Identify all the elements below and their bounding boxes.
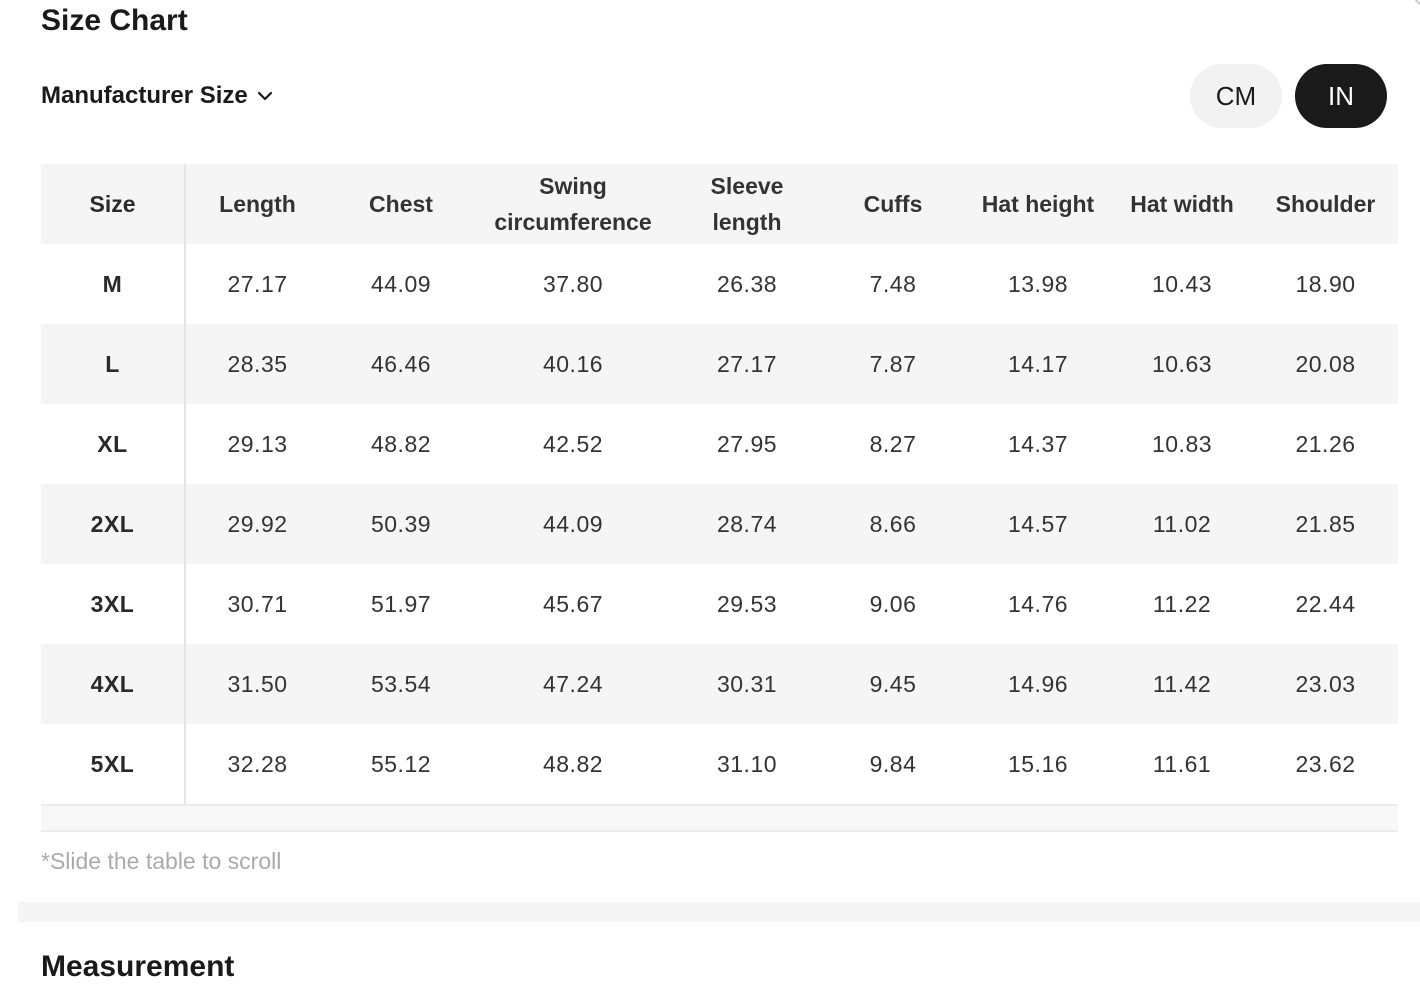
table-cell: 51.97 xyxy=(329,564,473,644)
table-cell: 11.61 xyxy=(1111,724,1253,804)
page-title: Size Chart xyxy=(41,4,188,37)
table-cell: 9.84 xyxy=(821,724,965,804)
table-cell: 7.87 xyxy=(821,324,965,404)
table-cell: 47.24 xyxy=(473,644,673,724)
table-row: L 28.35 46.46 40.16 27.17 7.87 14.17 10.… xyxy=(41,324,1398,404)
table-cell: 26.38 xyxy=(673,244,821,324)
table-cell: 37.80 xyxy=(473,244,673,324)
table-cell: 14.57 xyxy=(965,484,1111,564)
table-cell: 13.98 xyxy=(965,244,1111,324)
table-cell: 20.08 xyxy=(1253,324,1398,404)
size-cell: L xyxy=(41,324,186,404)
column-header: Hat width xyxy=(1111,164,1253,244)
chevron-down-icon xyxy=(257,91,272,101)
column-header: Hat height xyxy=(965,164,1111,244)
table-cell: 23.62 xyxy=(1253,724,1398,804)
size-table-scroll-area[interactable]: Size Length Chest Swing circumference Sl… xyxy=(41,164,1398,834)
size-selector-label: Manufacturer Size xyxy=(41,82,248,109)
table-cell: 27.17 xyxy=(673,324,821,404)
column-header: Sleeve length xyxy=(673,164,821,244)
table-cell: 21.85 xyxy=(1253,484,1398,564)
column-header: Chest xyxy=(329,164,473,244)
unit-toggle: CM IN xyxy=(1190,64,1387,128)
table-row: XL 29.13 48.82 42.52 27.95 8.27 14.37 10… xyxy=(41,404,1398,484)
table-cell: 44.09 xyxy=(329,244,473,324)
table-cell: 21.26 xyxy=(1253,404,1398,484)
table-cell: 14.37 xyxy=(965,404,1111,484)
table-row: 5XL 32.28 55.12 48.82 31.10 9.84 15.16 1… xyxy=(41,724,1398,804)
table-cell: 27.17 xyxy=(185,244,329,324)
table-cell: 45.67 xyxy=(473,564,673,644)
table-cell: 7.48 xyxy=(821,244,965,324)
size-cell: 2XL xyxy=(41,484,186,564)
table-cell: 11.42 xyxy=(1111,644,1253,724)
table-row: 2XL 29.92 50.39 44.09 28.74 8.66 14.57 1… xyxy=(41,484,1398,564)
table-cell: 31.10 xyxy=(673,724,821,804)
table-cell: 10.63 xyxy=(1111,324,1253,404)
table-header-row: Size Length Chest Swing circumference Sl… xyxy=(41,164,1398,244)
size-chart-page: Size Chart Manufacturer Size CM IN Size … xyxy=(0,0,1420,990)
table-cell: 10.43 xyxy=(1111,244,1253,324)
table-cell: 8.66 xyxy=(821,484,965,564)
table-row: 3XL 30.71 51.97 45.67 29.53 9.06 14.76 1… xyxy=(41,564,1398,644)
table-row: M 27.17 44.09 37.80 26.38 7.48 13.98 10.… xyxy=(41,244,1398,324)
table-cell: 29.92 xyxy=(185,484,329,564)
table-cell: 9.45 xyxy=(821,644,965,724)
size-cell: 3XL xyxy=(41,564,186,644)
table-cell: 10.83 xyxy=(1111,404,1253,484)
table-cell: 32.28 xyxy=(185,724,329,804)
unit-cm-button[interactable]: CM xyxy=(1190,64,1282,128)
table-cell: 29.53 xyxy=(673,564,821,644)
unit-in-button[interactable]: IN xyxy=(1295,64,1387,128)
table-cell: 30.71 xyxy=(185,564,329,644)
size-cell: XL xyxy=(41,404,186,484)
table-cell: 14.17 xyxy=(965,324,1111,404)
table-cell: 9.06 xyxy=(821,564,965,644)
section-divider xyxy=(18,902,1420,922)
column-header: Shoulder xyxy=(1253,164,1398,244)
table-cell: 55.12 xyxy=(329,724,473,804)
table-cell: 8.27 xyxy=(821,404,965,484)
table-cell: 53.54 xyxy=(329,644,473,724)
column-header: Length xyxy=(185,164,329,244)
size-cell: 4XL xyxy=(41,644,186,724)
table-cell: 14.76 xyxy=(965,564,1111,644)
table-cell: 50.39 xyxy=(329,484,473,564)
table-cell: 15.16 xyxy=(965,724,1111,804)
table-cell: 30.31 xyxy=(673,644,821,724)
measurement-section-title: Measurement xyxy=(41,950,235,983)
table-cell: 40.16 xyxy=(473,324,673,404)
table-cell: 29.13 xyxy=(185,404,329,484)
manufacturer-size-dropdown[interactable]: Manufacturer Size xyxy=(41,80,274,112)
close-icon[interactable] xyxy=(1398,0,1420,24)
table-cell: 11.22 xyxy=(1111,564,1253,644)
table-cell: 14.96 xyxy=(965,644,1111,724)
size-table: Size Length Chest Swing circumference Sl… xyxy=(41,164,1398,804)
table-cell: 27.95 xyxy=(673,404,821,484)
column-header: Cuffs xyxy=(821,164,965,244)
size-cell: 5XL xyxy=(41,724,186,804)
size-cell: M xyxy=(41,244,186,324)
table-cell: 11.02 xyxy=(1111,484,1253,564)
table-cell: 44.09 xyxy=(473,484,673,564)
table-cell: 28.74 xyxy=(673,484,821,564)
table-cell: 48.82 xyxy=(473,724,673,804)
column-header: Swing circumference xyxy=(473,164,673,244)
table-cell: 28.35 xyxy=(185,324,329,404)
table-row: 4XL 31.50 53.54 47.24 30.31 9.45 14.96 1… xyxy=(41,644,1398,724)
table-cell: 42.52 xyxy=(473,404,673,484)
table-cell: 18.90 xyxy=(1253,244,1398,324)
horizontal-scrollbar[interactable] xyxy=(41,804,1398,832)
table-cell: 22.44 xyxy=(1253,564,1398,644)
scroll-hint: *Slide the table to scroll xyxy=(41,848,282,874)
table-cell: 23.03 xyxy=(1253,644,1398,724)
table-cell: 48.82 xyxy=(329,404,473,484)
column-header: Size xyxy=(41,164,186,244)
table-cell: 31.50 xyxy=(185,644,329,724)
table-cell: 46.46 xyxy=(329,324,473,404)
